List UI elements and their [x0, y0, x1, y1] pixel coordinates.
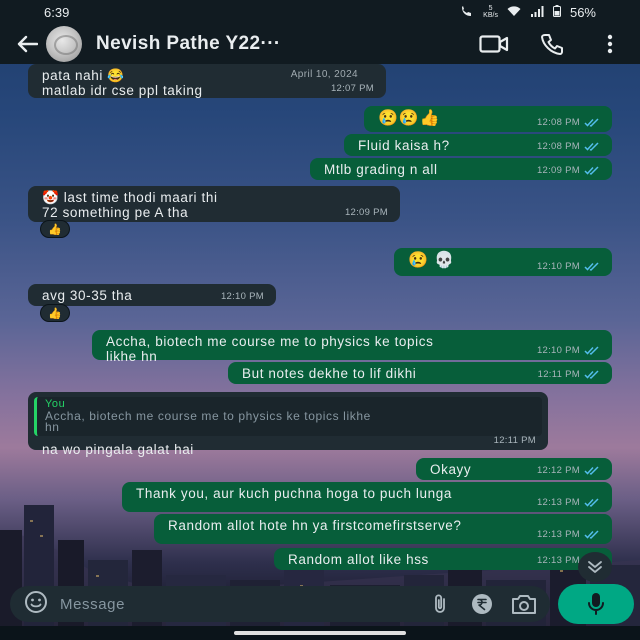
- status-bar: 6:39 5 KB/s 56%: [0, 0, 640, 24]
- time-text: 12:12 PM: [536, 465, 580, 476]
- message-composer: [10, 586, 550, 622]
- date-chip: April 10, 2024: [290, 69, 358, 80]
- contact-name[interactable]: Nevish Pathe Y22···: [96, 33, 452, 55]
- net-speed: 5 KB/s: [483, 5, 498, 19]
- read-ticks-icon: [584, 498, 599, 507]
- incoming-message[interactable]: avg 30-35 tha 12:10 PM: [28, 284, 276, 306]
- emoji-icon[interactable]: [24, 590, 48, 619]
- time-text: 12:10 PM: [536, 261, 580, 272]
- outgoing-message[interactable]: Okayy 12:12 PM: [416, 458, 612, 480]
- time-text: 12:11 PM: [537, 369, 580, 380]
- arrow-left-icon[interactable]: [14, 31, 40, 57]
- time-text: 12:08 PM: [536, 141, 580, 152]
- video-call-icon[interactable]: [478, 28, 510, 60]
- status-time: 6:39: [44, 4, 70, 20]
- outgoing-message[interactable]: Mtlb grading n all 12:09 PM: [310, 158, 612, 180]
- time-text: 12:10 PM: [536, 345, 580, 356]
- avatar[interactable]: [46, 26, 82, 62]
- reaction-badge[interactable]: 👍: [40, 304, 70, 322]
- signal-icon: [530, 5, 544, 20]
- time-text: 12:09 PM: [344, 207, 388, 218]
- wifi-icon: [507, 5, 521, 20]
- read-ticks-icon: [584, 346, 599, 355]
- outgoing-message[interactable]: Random allot hote hn ya firstcomefirstse…: [154, 514, 612, 544]
- message-time: 12:13 PM: [537, 527, 600, 542]
- message-line: Accha, biotech me course me to physics k…: [106, 334, 434, 349]
- message-input[interactable]: [60, 595, 412, 613]
- message-text: Random allot hote hn ya firstcomefirstse…: [168, 518, 462, 533]
- read-ticks-icon: [584, 166, 599, 175]
- reply-line: hn: [45, 420, 60, 434]
- message-time: 12:10 PM: [537, 343, 600, 358]
- battery-level: 56%: [569, 4, 596, 20]
- read-ticks-icon: [584, 118, 599, 127]
- message-time: 12:12 PM: [537, 463, 600, 478]
- outgoing-message[interactable]: Fluid kaisa h? 12:08 PM: [344, 134, 612, 156]
- time-text: 12:07 PM: [330, 83, 374, 94]
- time-text: 12:13 PM: [536, 529, 580, 540]
- mic-icon[interactable]: [558, 584, 634, 624]
- reply-line: Accha, biotech me course me to physics k…: [45, 409, 371, 423]
- time-text: 12:10 PM: [220, 291, 264, 302]
- net-speed-value: 5: [488, 5, 493, 12]
- home-gesture-pill[interactable]: [234, 631, 406, 635]
- system-nav-bar: [0, 626, 640, 640]
- message-time: 12:09 PM: [537, 163, 600, 178]
- outgoing-message[interactable]: Random allot like hss 12:13 PM: [274, 548, 612, 570]
- message-time: 12:11 PM: [538, 367, 600, 382]
- message-text: na wo pingala galat hai: [42, 442, 194, 457]
- incoming-message[interactable]: You Accha, biotech me course me to physi…: [28, 392, 548, 457]
- outgoing-message[interactable]: 😢😢👍 12:08 PM: [364, 106, 612, 132]
- message-time: 12:09 PM: [345, 205, 388, 220]
- wifi-call-icon: [460, 5, 474, 20]
- time-text: 12:13 PM: [536, 555, 580, 566]
- message-line: matlab idr cse ppl taking: [42, 83, 203, 98]
- reaction-badge[interactable]: 👍: [40, 220, 70, 238]
- outgoing-message[interactable]: Accha, biotech me course me to physics k…: [92, 330, 612, 364]
- message-text: Thank you, aur kuch puchna hoga to puch …: [136, 486, 452, 501]
- message-time: 12:08 PM: [537, 139, 600, 154]
- outgoing-message[interactable]: But notes dekhe to lif dikhi 12:11 PM: [228, 362, 612, 384]
- message-line: 72 something pe A tha: [42, 205, 189, 220]
- message-time: 12:10 PM: [537, 259, 600, 274]
- chat-header: Nevish Pathe Y22···: [0, 24, 640, 64]
- message-time: 12:10 PM: [221, 289, 264, 304]
- chevron-down-icon[interactable]: [578, 552, 612, 582]
- read-ticks-icon: [584, 370, 599, 379]
- rupee-icon[interactable]: [468, 590, 496, 618]
- quoted-reply[interactable]: You Accha, biotech me course me to physi…: [34, 397, 542, 436]
- read-ticks-icon: [584, 466, 599, 475]
- phone-icon[interactable]: [536, 28, 568, 60]
- message-list[interactable]: pata nahi 😂 matlab idr cse ppl taking Ap…: [0, 64, 640, 584]
- message-line: 🤡 last time thodi maari thi: [42, 190, 218, 205]
- time-text: 12:13 PM: [536, 497, 580, 508]
- read-ticks-icon: [584, 530, 599, 539]
- time-text: 12:09 PM: [536, 165, 580, 176]
- camera-icon[interactable]: [510, 590, 538, 618]
- attach-icon[interactable]: [426, 590, 454, 618]
- outgoing-message[interactable]: 😢 💀 12:10 PM: [394, 248, 612, 276]
- message-time: 12:13 PM: [537, 495, 600, 510]
- incoming-message[interactable]: 🤡 last time thodi maari thi 72 something…: [28, 186, 400, 222]
- time-text: 12:11 PM: [493, 435, 536, 446]
- message-time: 12:07 PM: [331, 81, 374, 96]
- read-ticks-icon: [584, 262, 599, 271]
- battery-icon: [552, 4, 561, 20]
- more-vert-icon[interactable]: [594, 28, 626, 60]
- net-speed-unit: KB/s: [483, 12, 498, 19]
- message-time: 12:11 PM: [494, 433, 536, 448]
- outgoing-message[interactable]: Thank you, aur kuch puchna hoga to puch …: [122, 482, 612, 512]
- incoming-message[interactable]: pata nahi 😂 matlab idr cse ppl taking Ap…: [28, 64, 386, 98]
- read-ticks-icon: [584, 142, 599, 151]
- message-time: 12:08 PM: [537, 115, 600, 130]
- time-text: 12:08 PM: [536, 117, 580, 128]
